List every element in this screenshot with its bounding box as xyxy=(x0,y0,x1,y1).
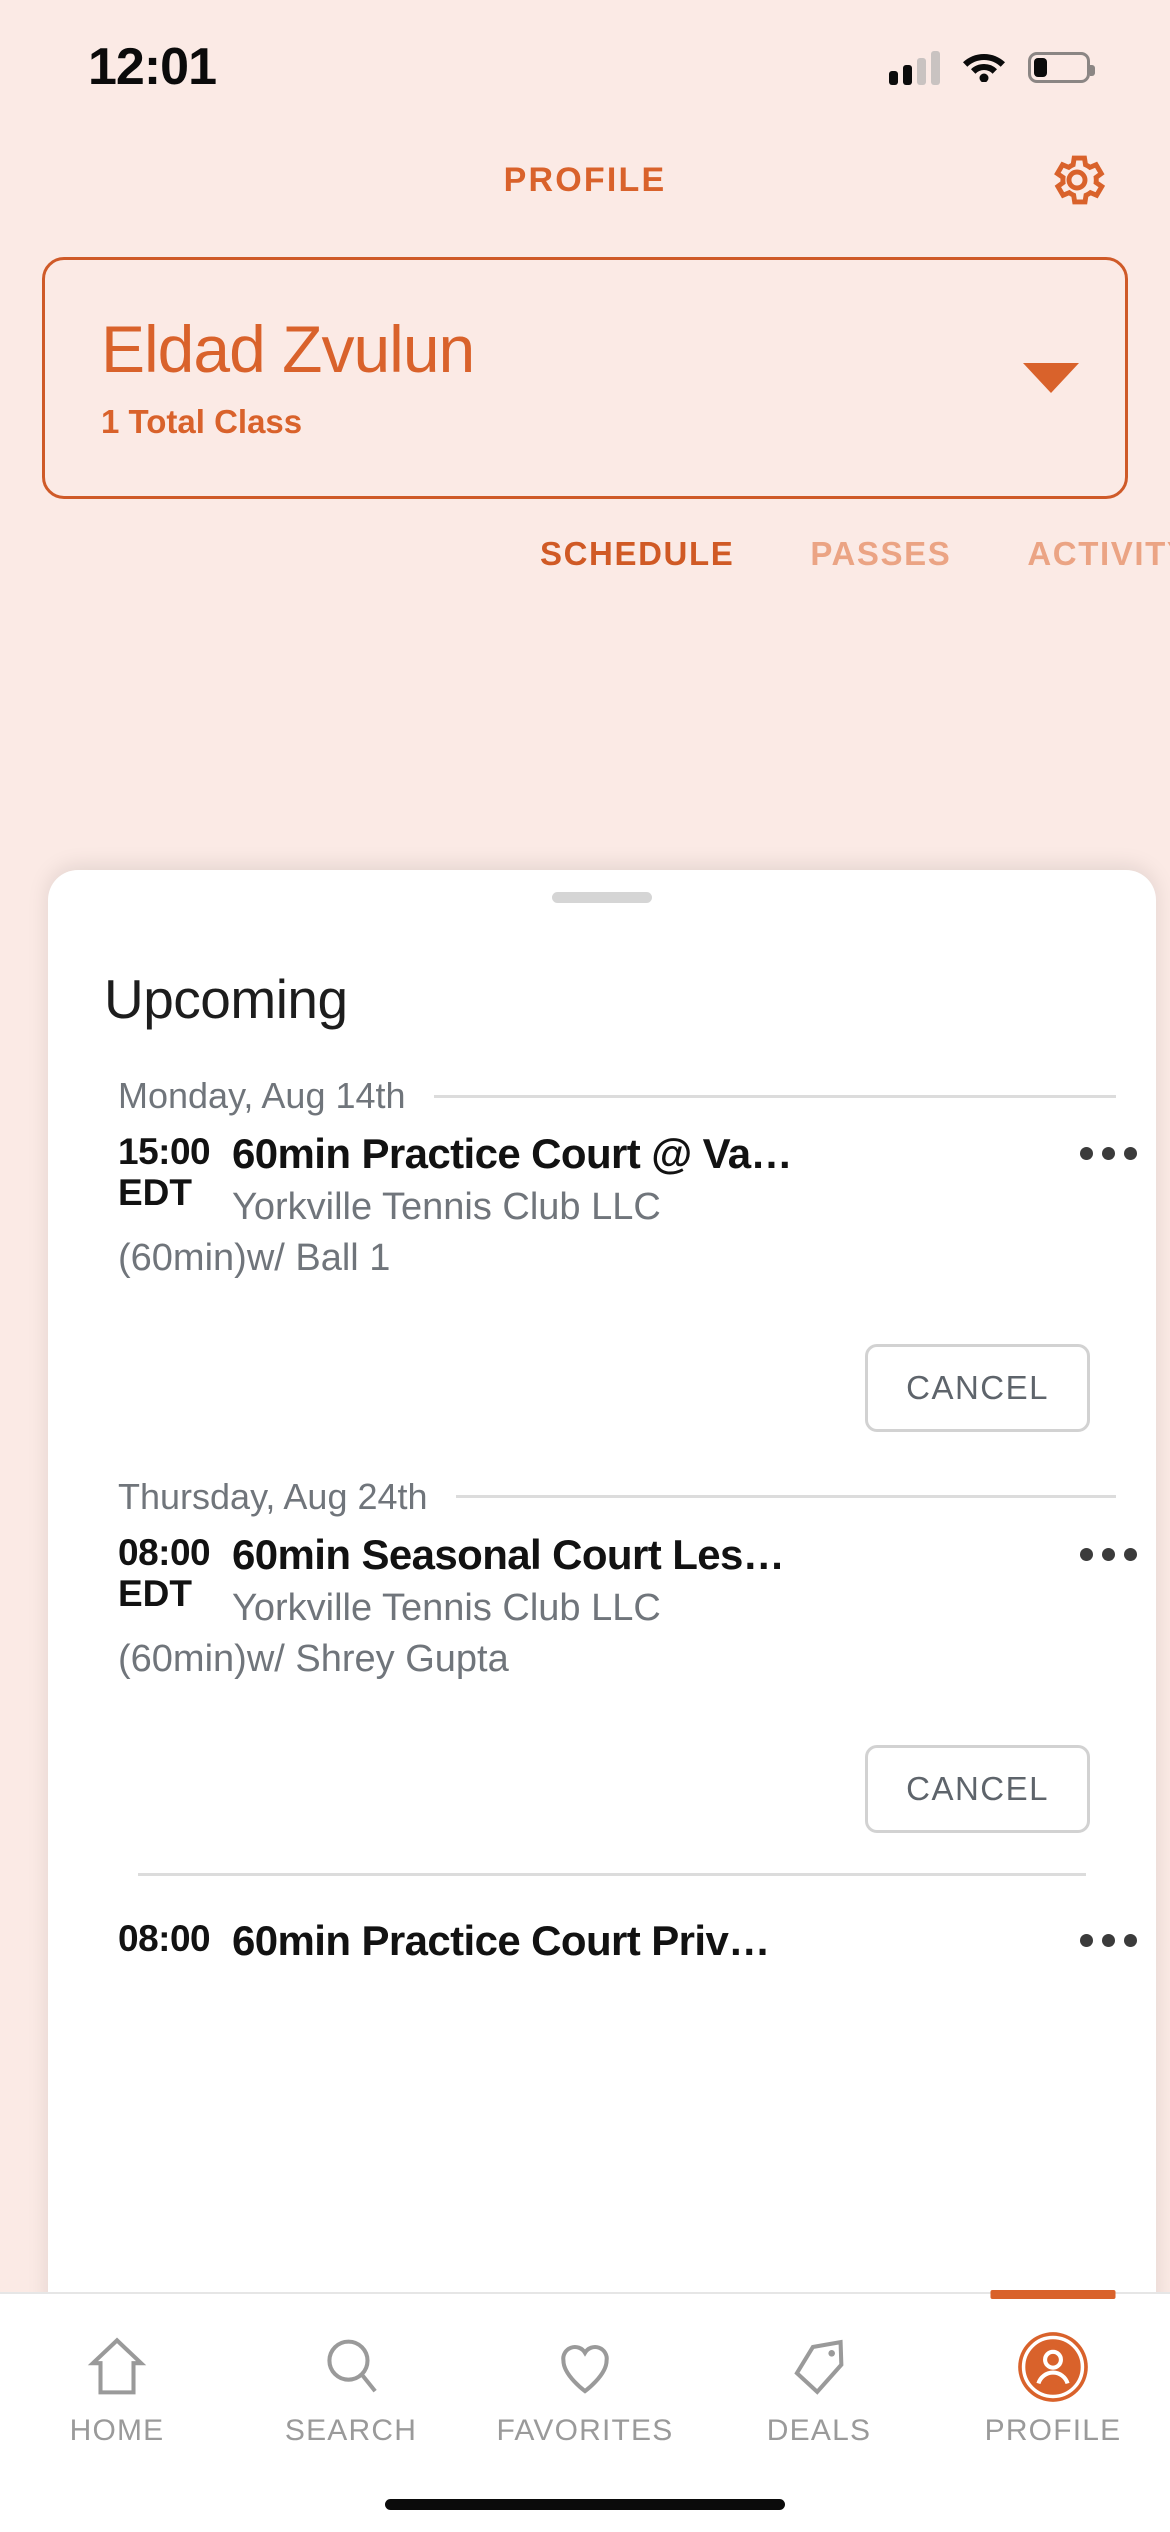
event-time-block: 08:00 EDT xyxy=(118,1531,211,1615)
home-indicator xyxy=(385,2499,785,2510)
event-duration: (60min) xyxy=(118,1236,247,1279)
active-tab-indicator xyxy=(990,2290,1116,2299)
day-header: Thursday, Aug 24th xyxy=(48,1476,1156,1518)
event-item[interactable]: 08:00 EDT 60min Seasonal Court Les… York… xyxy=(48,1532,1156,1833)
nav-label-profile: PROFILE xyxy=(984,2414,1122,2447)
chevron-down-icon[interactable] xyxy=(1023,363,1079,393)
event-venue: Yorkville Tennis Club LLC xyxy=(232,1186,661,1229)
event-item[interactable]: 08:00 60min Practice Court Priv… xyxy=(48,1918,1156,1964)
day-date-label: Thursday, Aug 24th xyxy=(118,1475,428,1517)
profile-tabs: SCHEDULE PASSES ACTIVITY xyxy=(0,499,1170,609)
profile-class-count: 1 Total Class xyxy=(101,402,303,440)
cancel-button[interactable]: CANCEL xyxy=(865,1744,1090,1833)
status-bar-time: 12:01 xyxy=(88,37,217,96)
event-duration: (60min) xyxy=(118,1637,247,1680)
event-title: 60min Seasonal Court Les… xyxy=(232,1531,785,1578)
nav-item-home[interactable]: HOME xyxy=(0,2294,234,2448)
search-icon xyxy=(320,2328,382,2406)
day-group: Thursday, Aug 24th 08:00 EDT 60min Seaso… xyxy=(48,1476,1156,1964)
day-group: Monday, Aug 14th 15:00 EDT 60min Practic… xyxy=(48,1075,1156,1432)
event-timezone: EDT xyxy=(118,1172,192,1214)
tab-schedule[interactable]: SCHEDULE xyxy=(540,535,734,573)
nav-item-search[interactable]: SEARCH xyxy=(234,2294,468,2448)
event-time-block: 08:00 xyxy=(118,1917,211,1959)
home-icon xyxy=(86,2328,148,2406)
event-item[interactable]: 15:00 EDT 60min Practice Court @ Va… Yor… xyxy=(48,1131,1156,1432)
event-title: 60min Practice Court @ Va… xyxy=(232,1131,792,1177)
event-details: 60min Practice Court @ Va… Yorkville Ten… xyxy=(210,1131,1060,1229)
event-instructor: w/ Shrey Gupta xyxy=(246,1637,509,1680)
event-venue: Yorkville Tennis Club LLC xyxy=(232,1587,661,1630)
event-title: 60min Practice Court Priv… xyxy=(232,1917,770,1964)
profile-card-text: Eldad Zvulun 1 Total Class xyxy=(101,315,1023,440)
more-options-icon[interactable] xyxy=(1060,1131,1156,1160)
event-time: 08:00 xyxy=(118,1531,211,1573)
nav-label-search: SEARCH xyxy=(284,2414,418,2447)
cellular-signal-icon xyxy=(889,50,940,85)
wifi-icon xyxy=(962,49,1006,87)
nav-label-deals: DEALS xyxy=(766,2414,872,2447)
nav-item-deals[interactable]: DEALS xyxy=(702,2294,936,2448)
event-duration-instructor: (60min)w/ Shrey Gupta xyxy=(118,1638,1156,1681)
page-title: PROFILE xyxy=(503,160,667,199)
profile-name: Eldad Zvulun xyxy=(101,312,475,387)
profile-card[interactable]: Eldad Zvulun 1 Total Class xyxy=(42,257,1128,499)
day-header: Monday, Aug 14th xyxy=(48,1075,1156,1117)
sheet-title: Upcoming xyxy=(104,968,348,1030)
divider xyxy=(455,1495,1116,1499)
nav-item-profile[interactable]: PROFILE xyxy=(936,2290,1170,2448)
nav-label-home: HOME xyxy=(69,2414,165,2447)
divider xyxy=(138,1872,1086,1876)
divider xyxy=(433,1094,1116,1098)
more-options-icon[interactable] xyxy=(1060,1918,1156,1947)
cancel-button[interactable]: CANCEL xyxy=(865,1343,1090,1432)
status-bar: 12:01 xyxy=(0,0,1170,125)
day-date-label: Monday, Aug 14th xyxy=(118,1075,406,1116)
bottom-navigation: HOME SEARCH FAVORITES DEALS PROFILE xyxy=(0,2290,1170,2532)
nav-item-favorites[interactable]: FAVORITES xyxy=(468,2294,702,2448)
event-timezone: EDT xyxy=(118,1573,192,1615)
heart-icon xyxy=(554,2328,616,2406)
gear-icon[interactable] xyxy=(1046,149,1108,211)
tab-passes[interactable]: PASSES xyxy=(810,535,951,573)
tab-activity[interactable]: ACTIVITY xyxy=(1027,535,1170,573)
event-time: 15:00 xyxy=(118,1131,211,1172)
status-bar-icons xyxy=(889,49,1095,87)
schedule-sheet: Upcoming Monday, Aug 14th 15:00 EDT 60mi… xyxy=(48,870,1156,2532)
tag-icon xyxy=(788,2328,850,2406)
battery-low-icon xyxy=(1028,52,1095,83)
drag-handle[interactable] xyxy=(552,892,652,903)
event-duration-instructor: (60min)w/ Ball 1 xyxy=(118,1237,1156,1280)
event-details: 60min Seasonal Court Les… Yorkville Tenn… xyxy=(210,1532,1060,1630)
nav-label-favorites: FAVORITES xyxy=(496,2414,674,2447)
avatar-icon xyxy=(1015,2328,1091,2406)
event-instructor: w/ Ball 1 xyxy=(246,1236,391,1279)
more-options-icon[interactable] xyxy=(1060,1532,1156,1561)
event-time: 08:00 xyxy=(118,1917,211,1959)
event-details: 60min Practice Court Priv… xyxy=(210,1918,1060,1964)
app-header: PROFILE xyxy=(0,125,1170,235)
event-time-block: 15:00 EDT xyxy=(118,1131,211,1214)
